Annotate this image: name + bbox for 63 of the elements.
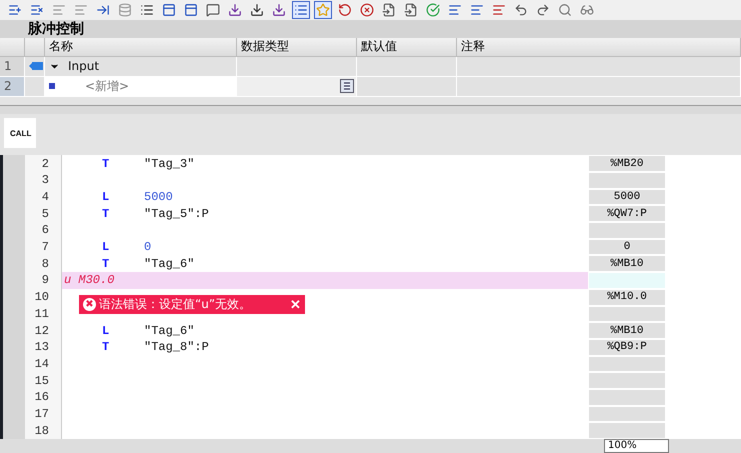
error-icon: ✖ [83,298,96,312]
operand-text: "Tag_3" [144,156,194,171]
instruction-mnemonic: T [102,206,110,221]
square-icon [49,83,55,90]
address-cell: %M10.0 [588,288,666,306]
line-number: 5 [25,205,62,222]
line-number: 8 [25,255,62,272]
address-cell: %MB10 [588,322,666,339]
address-cell: %MB10 [588,255,666,272]
line-number: 17 [25,406,62,422]
invalid-code-text: u M30.0 [64,273,114,288]
line-number: 13 [25,338,62,356]
instruction-mnemonic: T [102,156,110,171]
check-icon[interactable] [424,0,442,19]
operand-text: 5000 [144,190,173,204]
address-cell: %QW7:P [588,205,666,222]
line-number: 6 [25,222,62,239]
line-number: 12 [25,322,62,339]
instruction-mnemonic: L [102,190,110,204]
line-number: 15 [25,372,62,389]
list-icon[interactable] [292,0,310,19]
list-picker-icon[interactable] [340,79,354,94]
section-name: Input [68,59,100,74]
star-icon[interactable] [314,0,332,19]
line-number: 18 [25,422,62,439]
line-number: 16 [25,388,62,406]
operand-text: "Tag_8":P [144,340,209,354]
column-header[interactable]: 名称 [45,38,237,57]
instruction-mnemonic: L [102,240,110,254]
column-header [25,38,45,57]
line-number: 14 [25,356,62,372]
instruction-mnemonic: T [102,340,110,354]
line-number: 3 [25,172,62,189]
address-cell: 5000 [588,188,666,206]
column-header[interactable]: 默认值 [357,38,457,57]
line-number: 10 [25,288,62,306]
address-cell: %MB20 [588,155,666,172]
instruction-tab[interactable]: CALL [4,118,36,148]
row-number: 2 [0,76,25,97]
operand-text: 0 [144,240,152,254]
address-cell: 0 [588,238,666,256]
line-number: 4 [25,188,62,206]
instruction-mnemonic: T [102,256,110,271]
circle-x-icon[interactable] [358,0,376,19]
column-header [0,38,25,57]
add-new-entry[interactable]: <新增> [85,78,130,95]
address-cell: %QB9:P [588,338,666,356]
close-button[interactable]: ✕ [290,297,301,312]
operand-text: "Tag_6" [144,256,194,271]
zoom-field[interactable]: 100% [604,439,669,453]
column-header[interactable]: 注释 [457,38,741,57]
error-message: 语法错误：设定值“u”无效。 [99,296,252,314]
operand-text: "Tag_6" [144,324,194,338]
row-number: 1 [0,56,25,77]
line-number: 7 [25,238,62,256]
line-number: 2 [25,155,62,172]
line-number: 11 [25,306,62,322]
line-number: 9 [25,272,62,289]
block-title: 脉冲控制 [0,20,741,38]
column-header[interactable]: 数据类型 [237,38,357,57]
interface-tag-icon [29,61,43,72]
instruction-mnemonic: L [102,324,110,338]
operand-text: "Tag_5":P [144,206,209,221]
